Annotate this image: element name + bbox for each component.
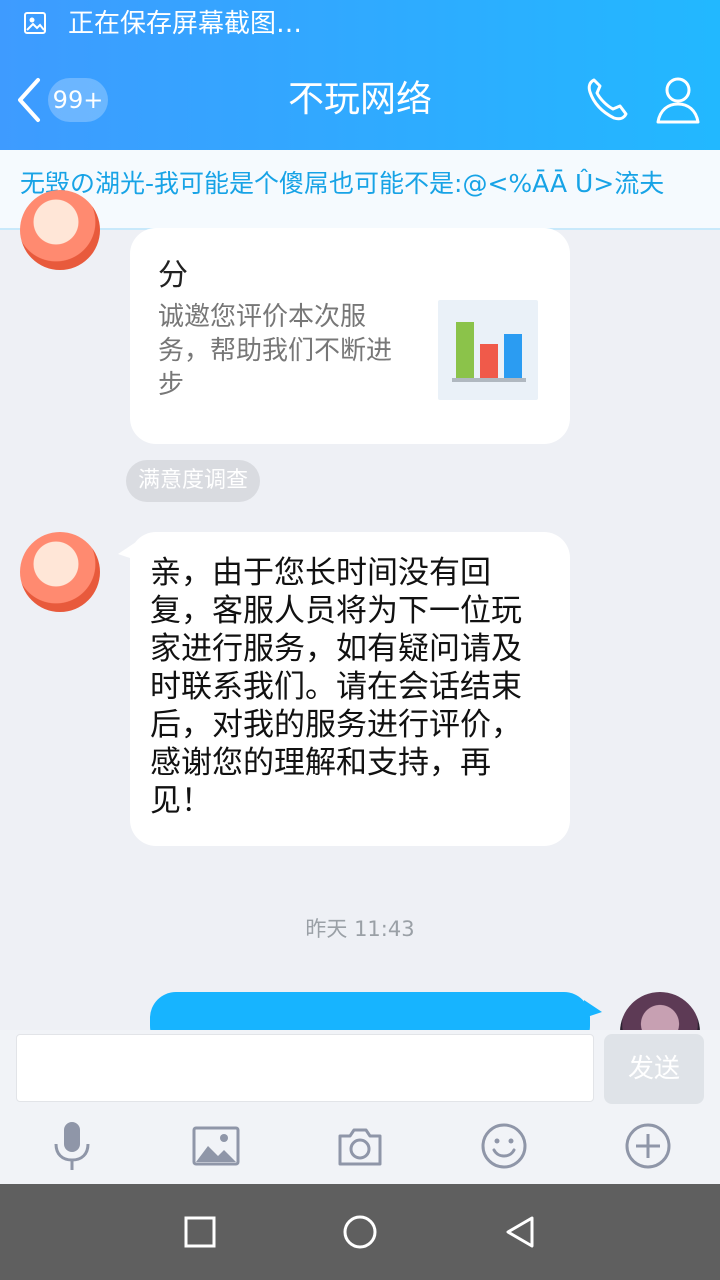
message-text: 亲，由于您长时间没有回 复，客服人员将为下一位玩 家进行服务，如有疑问请及 时联… [150, 555, 522, 819]
top-header: 正在保存屏幕截图… 99+ 不玩网络 [0, 0, 720, 150]
notice-banner[interactable]: 无毁の湖光-我可能是个傻屌也可能不是:@<%ĀĀ Û>流夫 [0, 150, 720, 230]
emoji-icon[interactable] [476, 1118, 532, 1174]
image-icon [24, 12, 46, 34]
user-icon[interactable] [652, 72, 704, 126]
survey-tag[interactable]: 满意度调查 [126, 460, 261, 502]
survey-card-title: 分 [158, 258, 188, 293]
mic-icon[interactable] [44, 1118, 100, 1174]
bar-chart-icon [438, 300, 538, 400]
status-text: 正在保存屏幕截图… [68, 9, 303, 39]
home-icon[interactable] [340, 1212, 380, 1252]
timestamp: 昨天 11:43 [305, 917, 415, 941]
composer: 发送 [0, 1030, 720, 1184]
camera-icon[interactable] [332, 1118, 388, 1174]
system-nav-bar [0, 1184, 720, 1280]
incoming-message[interactable]: 亲，由于您长时间没有回 复，客服人员将为下一位玩 家进行服务，如有疑问请及 时联… [130, 532, 570, 846]
survey-card[interactable]: 分 诚邀您评价本次服 务，帮助我们不断进 步 [130, 228, 570, 444]
agent-avatar[interactable] [20, 532, 100, 612]
picture-icon[interactable] [188, 1118, 244, 1174]
composer-toolbar [0, 1118, 720, 1178]
agent-avatar[interactable] [20, 190, 100, 270]
recent-apps-icon[interactable] [180, 1212, 220, 1252]
chat-nav: 99+ 不玩网络 [0, 50, 720, 150]
status-bar: 正在保存屏幕截图… [0, 0, 720, 50]
send-button[interactable]: 发送 [604, 1034, 704, 1104]
phone-icon[interactable] [580, 74, 632, 126]
back-nav-icon[interactable] [500, 1212, 540, 1252]
survey-card-desc: 诚邀您评价本次服 务，帮助我们不断进 步 [158, 302, 393, 400]
message-input[interactable] [16, 1034, 594, 1102]
outgoing-bubble-tail [584, 1000, 602, 1018]
plus-icon[interactable] [620, 1118, 676, 1174]
